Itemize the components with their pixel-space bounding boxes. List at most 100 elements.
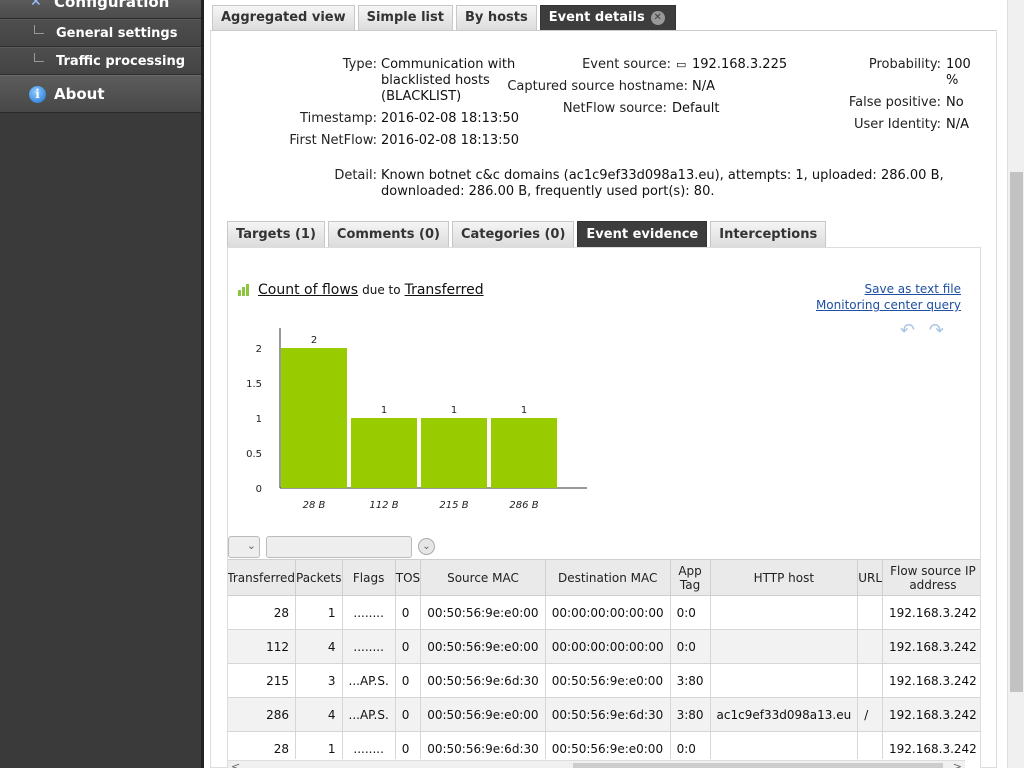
detail-line2: downloaded: 286.00 B, frequently used po…: [381, 184, 715, 199]
sidebar-item-label: General settings: [56, 26, 178, 41]
table-cell: ac1c9ef33d098a13.eu: [709, 697, 859, 732]
filter-select[interactable]: ⌄: [228, 536, 260, 558]
table-cell: [709, 731, 859, 759]
user-identity-label: User Identity:: [853, 117, 941, 132]
close-icon[interactable]: ✕: [650, 11, 665, 25]
transferred-link[interactable]: Transferred: [405, 282, 484, 298]
column-header[interactable]: Flow source IP address: [882, 559, 980, 596]
tab-by-hosts[interactable]: By hosts: [455, 5, 537, 30]
column-header[interactable]: URL: [857, 559, 884, 596]
table-cell: [857, 629, 884, 664]
y-tick-label: 2: [256, 344, 262, 355]
table-cell: 0: [394, 663, 422, 698]
table-row[interactable]: 0281........000:50:56:9e:e0:0000:00:00:0…: [228, 595, 980, 630]
table-cell: 192.168.3.242: [882, 697, 980, 732]
sidebar-item-about[interactable]: i About: [0, 75, 201, 113]
table-row[interactable]: 01124........000:50:56:9e:e0:0000:00:00:…: [228, 629, 980, 664]
count-of-flows-link[interactable]: Count of flows: [258, 282, 358, 298]
column-header[interactable]: Destination MAC: [544, 559, 671, 596]
sidebar-item-configuration[interactable]: ✕ Configuration: [0, 0, 201, 19]
due-to-text: due to: [362, 283, 401, 297]
event-details-panel: Type: Communication with blacklisted hos…: [210, 30, 997, 768]
scroll-right-icon[interactable]: >: [953, 760, 962, 768]
table-cell: [857, 595, 884, 630]
table-cell: 00:50:56:9e:6d:30: [544, 697, 671, 732]
probability-label: Probability:: [868, 57, 941, 72]
table-cell: 3: [295, 663, 343, 698]
table-cell: 0:0: [669, 731, 711, 759]
y-tick-label: 1.5: [246, 379, 262, 390]
tab-targets[interactable]: Targets (1): [227, 221, 325, 247]
detail-line1: Known botnet c&c domains (ac1c9ef33d098a…: [381, 168, 944, 183]
table-cell: 00:00:00:00:00:00: [544, 595, 671, 630]
bar-data-label: 1: [451, 405, 457, 416]
scrollbar-thumb[interactable]: [573, 763, 943, 768]
vertical-scrollbar[interactable]: [1007, 0, 1024, 768]
filter-input[interactable]: [266, 536, 412, 558]
y-tick-label: 0.5: [246, 449, 262, 460]
tab-simple-list[interactable]: Simple list: [357, 5, 453, 30]
probability-value: 100: [946, 57, 971, 72]
flows-bar-chart: 0 0.5 1 1.5 2 2 28 B 1 112 B 1 215 B 1 286 B: [246, 328, 587, 508]
tab-event-details[interactable]: Event details ✕: [539, 5, 676, 30]
column-header[interactable]: TOS: [394, 559, 422, 596]
column-header[interactable]: Source MAC: [420, 559, 546, 596]
bar-data-label: 1: [381, 405, 387, 416]
wrench-icon: ✕: [30, 0, 42, 10]
table-cell: [709, 629, 859, 664]
table-cell: 0: [394, 697, 422, 732]
chart-bar: [351, 418, 417, 488]
filter-go-button[interactable]: ⌄: [418, 538, 435, 555]
table-cell: 00:50:56:9e:e0:00: [420, 697, 546, 732]
info-icon: i: [29, 86, 46, 103]
netflow-source-label: NetFlow source:: [562, 101, 667, 116]
table-row[interactable]: 802864...AP.S.000:50:56:9e:e0:0000:50:56…: [228, 697, 980, 732]
table-row[interactable]: 112153...AP.S.000:50:56:9e:6d:3000:50:56…: [228, 663, 980, 698]
tab-aggregated-view[interactable]: Aggregated view: [212, 5, 355, 30]
table-cell: [857, 731, 884, 759]
table-cell: 1: [295, 595, 343, 630]
tab-interceptions[interactable]: Interceptions: [710, 221, 827, 247]
tab-categories[interactable]: Categories (0): [451, 221, 575, 247]
sidebar-item-traffic-processing[interactable]: Traffic processing: [0, 47, 201, 75]
flows-table-container: onTransferredPacketsFlagsTOSSource MACDe…: [228, 559, 980, 759]
scroll-left-icon[interactable]: <: [231, 760, 240, 768]
event-evidence-panel: Count of flows due to Transferred Save a…: [227, 247, 981, 768]
table-cell: 3:80: [669, 697, 711, 732]
column-header[interactable]: HTTP host: [709, 559, 859, 596]
tab-comments[interactable]: Comments (0): [327, 221, 449, 247]
column-header[interactable]: Transferred: [228, 559, 296, 596]
chart-bar: [281, 348, 347, 488]
event-source-value[interactable]: 192.168.3.225: [692, 57, 787, 72]
column-header[interactable]: Flags: [341, 559, 396, 596]
first-netflow-value: 2016-02-08 18:13:50: [381, 133, 520, 148]
save-as-text-link[interactable]: Save as text file: [816, 281, 961, 297]
table-cell: ...AP.S.: [341, 697, 396, 732]
captured-hostname-value: N/A: [692, 79, 715, 94]
detail-tabs: Targets (1) Comments (0) Categories (0) …: [227, 221, 827, 247]
table-cell: 4: [295, 629, 343, 664]
horizontal-scrollbar[interactable]: < >: [228, 760, 965, 768]
chevron-down-icon: ⌄: [246, 539, 256, 552]
undo-icon[interactable]: ↶: [900, 320, 915, 341]
table-cell: 192.168.3.242: [882, 663, 980, 698]
tab-event-evidence[interactable]: Event evidence: [577, 221, 708, 247]
detail-label: Detail:: [334, 168, 377, 183]
bar-data-label: 1: [521, 405, 527, 416]
scrollbar-thumb[interactable]: [1010, 172, 1023, 692]
x-tick-label: 215 B: [439, 500, 468, 508]
monitoring-center-query-link[interactable]: Monitoring center query: [816, 297, 961, 313]
redo-icon[interactable]: ↷: [929, 320, 944, 341]
table-cell: [709, 663, 859, 698]
chart-title: Count of flows due to Transferred: [238, 282, 484, 298]
column-header[interactable]: App Tag: [669, 559, 711, 596]
table-row[interactable]: 0281........000:50:56:9e:6d:3000:50:56:9…: [228, 731, 980, 759]
sidebar-item-general-settings[interactable]: General settings: [0, 19, 201, 47]
sidebar-item-label: About: [54, 85, 105, 103]
table-cell: 00:00:00:00:00:00: [544, 629, 671, 664]
x-tick-label: 286 B: [509, 500, 538, 508]
export-links: Save as text file Monitoring center quer…: [816, 281, 961, 313]
bar-chart-icon: [238, 284, 252, 296]
table-cell: 286: [228, 697, 296, 732]
column-header[interactable]: Packets: [295, 559, 343, 596]
